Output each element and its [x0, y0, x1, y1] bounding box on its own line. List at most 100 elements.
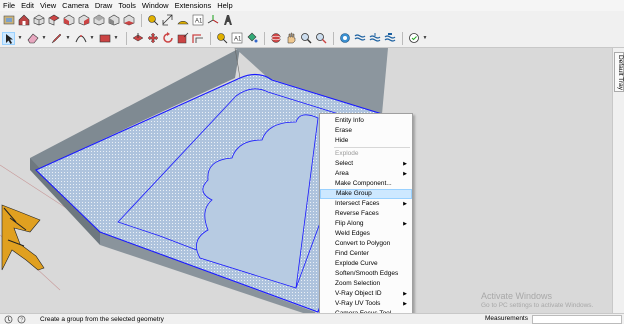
extension-manager-icon[interactable] — [407, 32, 420, 45]
context-item-soften-smooth-edges[interactable]: Soften/Smooth Edges — [320, 269, 412, 279]
right-view-icon[interactable] — [77, 14, 90, 27]
eraser-dropdown-icon[interactable]: ▼ — [41, 32, 47, 45]
context-item-label: Make Group — [336, 190, 372, 197]
text-icon[interactable]: A1 — [191, 14, 204, 27]
status-bar: ? Create a group from the selected geome… — [0, 313, 624, 324]
paint-bucket-icon[interactable] — [245, 32, 258, 45]
context-item-label: Soften/Smooth Edges — [335, 270, 399, 277]
context-item-area[interactable]: Area ▶ — [320, 169, 412, 179]
iso-view-icon[interactable] — [32, 14, 45, 27]
submenu-arrow-icon: ▶ — [403, 301, 407, 307]
geo-location-icon[interactable] — [4, 315, 13, 324]
toolbar-separator — [126, 31, 127, 45]
submenu-arrow-icon: ▶ — [403, 161, 407, 167]
context-item-explode-curve[interactable]: Explode Curve — [320, 259, 412, 269]
context-item-label: V-Ray Object ID — [335, 290, 382, 297]
shapes-dropdown-icon[interactable]: ▼ — [113, 32, 119, 45]
context-item-erase[interactable]: Erase — [320, 126, 412, 136]
line-pencil-icon[interactable] — [50, 32, 63, 45]
text-icon-2[interactable]: A1 — [230, 32, 243, 45]
toolbar-separator — [333, 31, 334, 45]
instructor-info-icon[interactable]: ? — [17, 315, 26, 324]
tape-measure-icon-2[interactable] — [215, 32, 228, 45]
context-item-label: Reverse Faces — [335, 210, 379, 217]
context-item-reverse-faces[interactable]: Reverse Faces — [320, 209, 412, 219]
context-item-v-ray-object-id[interactable]: V-Ray Object ID ▶ — [320, 289, 412, 299]
push-pull-icon[interactable] — [131, 32, 144, 45]
context-item-zoom-selection[interactable]: Zoom Selection — [320, 279, 412, 289]
bottom-view-icon[interactable] — [122, 14, 135, 27]
arc-dropdown-icon[interactable]: ▼ — [89, 32, 95, 45]
context-item-select[interactable]: Select ▶ — [320, 159, 412, 169]
select-arrow-icon[interactable] — [2, 31, 15, 45]
context-menu: Entity Info Erase Hide Explode Select ▶ Area ▶ M… — [319, 113, 413, 320]
menu-help[interactable]: Help — [217, 0, 232, 11]
toolbar-separator — [210, 31, 211, 45]
default-tray-panel[interactable]: Default Tray — [612, 48, 624, 313]
context-item-find-center[interactable]: Find Center — [320, 249, 412, 259]
context-item-label: Hide — [335, 137, 349, 144]
extension-dropdown-icon[interactable]: ▼ — [422, 32, 428, 45]
move-icon[interactable] — [146, 32, 159, 45]
context-item-flip-along[interactable]: Flip Along ▶ — [320, 219, 412, 229]
context-item-label: Find Center — [335, 250, 369, 257]
home-icon[interactable] — [17, 14, 30, 27]
context-item-label: Area — [335, 170, 349, 177]
arc-icon[interactable] — [74, 32, 87, 45]
context-menu-separator — [334, 147, 410, 148]
protractor-icon[interactable] — [176, 14, 189, 27]
rotate-icon[interactable] — [161, 32, 174, 45]
context-item-weld-edges[interactable]: Weld Edges — [320, 229, 412, 239]
measurements-input[interactable] — [532, 315, 622, 324]
tape-measure-icon[interactable] — [146, 14, 159, 27]
svg-text:?: ? — [20, 317, 23, 323]
menu-file[interactable]: File — [3, 0, 15, 11]
getting-started-icon[interactable] — [2, 14, 15, 27]
zoom-extents-icon[interactable] — [314, 32, 327, 45]
warehouse-icon[interactable] — [338, 32, 351, 45]
context-item-v-ray-uv-tools[interactable]: V-Ray UV Tools ▶ — [320, 299, 412, 309]
context-item-convert-to-polygon[interactable]: Convert to Polygon — [320, 239, 412, 249]
default-tray-tab[interactable]: Default Tray — [614, 52, 624, 92]
top-view-icon[interactable] — [47, 14, 60, 27]
context-item-make-component[interactable]: Make Component... — [320, 179, 412, 189]
menu-camera[interactable]: Camera — [62, 0, 89, 11]
menu-extensions[interactable]: Extensions — [175, 0, 212, 11]
model-scene[interactable] — [0, 48, 612, 313]
dimension-icon[interactable] — [161, 14, 174, 27]
context-item-label: Flip Along — [335, 220, 364, 227]
axes-icon[interactable] — [206, 14, 219, 27]
line-dropdown-icon[interactable]: ▼ — [65, 32, 71, 45]
eraser-icon[interactable] — [26, 32, 39, 45]
context-item-intersect-faces[interactable]: Intersect Faces ▶ — [320, 199, 412, 209]
context-item-label: Explode Curve — [335, 260, 378, 267]
toolbar-separator — [264, 31, 265, 45]
offset-icon[interactable] — [191, 32, 204, 45]
menu-tools[interactable]: Tools — [118, 0, 136, 11]
back-view-icon[interactable] — [92, 14, 105, 27]
context-item-hide[interactable]: Hide — [320, 136, 412, 146]
3d-text-icon[interactable] — [221, 14, 234, 27]
orbit-icon[interactable] — [269, 32, 282, 45]
share-model-icon[interactable] — [368, 32, 381, 45]
menu-view[interactable]: View — [40, 0, 56, 11]
menu-edit[interactable]: Edit — [21, 0, 34, 11]
zoom-icon[interactable] — [299, 32, 312, 45]
shapes-icon[interactable] — [98, 32, 111, 45]
left-view-icon[interactable] — [107, 14, 120, 27]
context-item-label: Select — [335, 160, 354, 167]
pan-hand-icon[interactable] — [284, 32, 297, 45]
extension-warehouse-icon[interactable] — [353, 32, 366, 45]
menu-window[interactable]: Window — [142, 0, 169, 11]
toolbar-separator — [141, 13, 142, 27]
context-item-label: Entity Info — [335, 117, 364, 124]
select-dropdown-icon[interactable]: ▼ — [17, 32, 23, 45]
scale-icon[interactable] — [176, 32, 189, 45]
front-view-icon[interactable] — [62, 14, 75, 27]
context-item-make-group[interactable]: Make Group — [320, 189, 412, 199]
share-component-icon[interactable] — [383, 32, 396, 45]
context-item-entity-info[interactable]: Entity Info — [320, 116, 412, 126]
toolbar-main: ▼ ▼ ▼ ▼ ▼ A1 ▼ — [0, 29, 624, 48]
modeling-viewport[interactable] — [0, 48, 612, 313]
menu-draw[interactable]: Draw — [95, 0, 113, 11]
